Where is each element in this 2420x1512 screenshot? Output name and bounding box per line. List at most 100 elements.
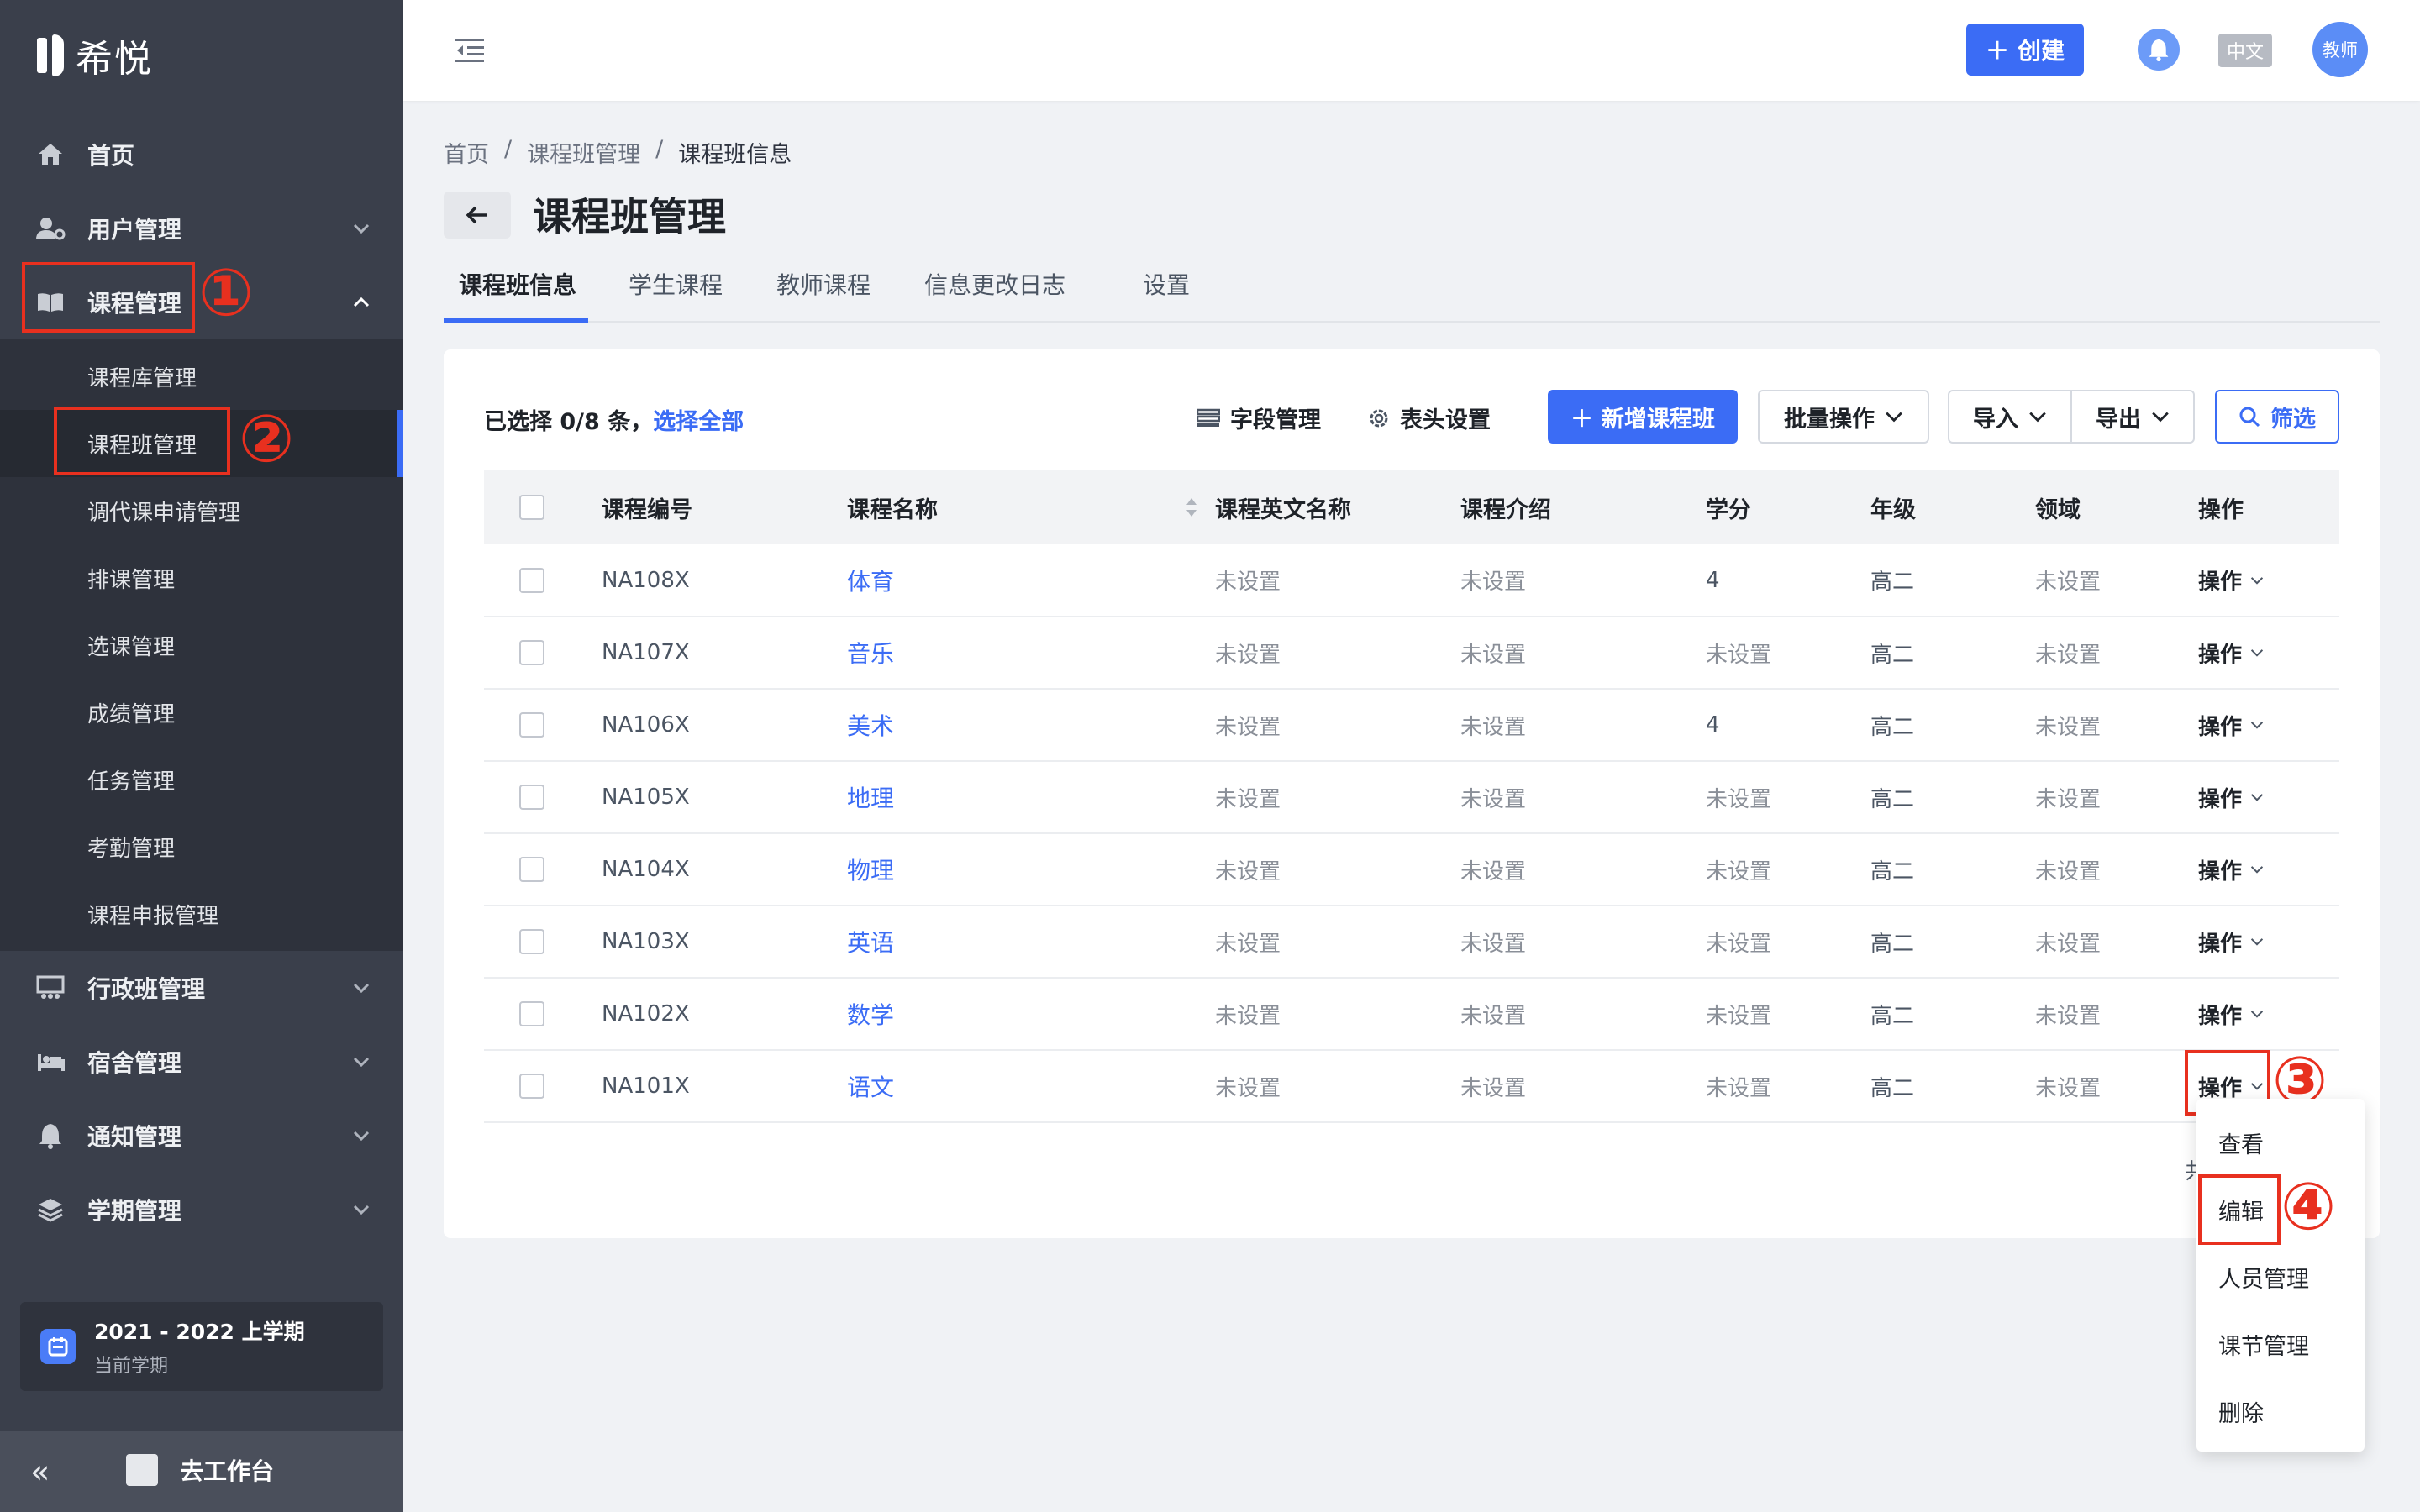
menu-item-view[interactable]: 查看	[2196, 1109, 2365, 1176]
cell-intro: 未设置	[1460, 689, 1706, 762]
tab-student-courses[interactable]: 学生课程	[629, 267, 723, 321]
sidebar-item-admin-class[interactable]: 行政班管理	[0, 951, 403, 1025]
header-settings-button[interactable]: 表头设置	[1368, 402, 1491, 434]
cell-course-name-link[interactable]: 语文	[847, 1050, 1215, 1123]
table-row: NA105X 地理 未设置 未设置 未设置 高二 未设置 操作	[484, 761, 2339, 834]
row-actions-dropdown[interactable]: 操作	[2198, 710, 2264, 741]
workbench-label: 去工作台	[180, 1457, 275, 1485]
cell-grade: 高二	[1870, 1050, 2035, 1123]
cell-course-name-link[interactable]: 美术	[847, 689, 1215, 762]
annotation-box-1	[22, 262, 195, 333]
sidebar-item-dormitory[interactable]: 宿舍管理	[0, 1025, 403, 1099]
cell-intro: 未设置	[1460, 906, 1706, 979]
batch-operation-label: 批量操作	[1784, 406, 1875, 433]
cell-course-name-link[interactable]: 体育	[847, 544, 1215, 617]
term-title: 2021 - 2022 上学期	[94, 1320, 305, 1344]
current-term-card[interactable]: 2021 - 2022 上学期 当前学期	[20, 1302, 383, 1391]
row-checkbox[interactable]	[519, 1074, 544, 1099]
cell-code: NA101X	[602, 1050, 847, 1123]
chevron-down-icon	[350, 1198, 373, 1221]
menu-item-personnel[interactable]: 人员管理	[2196, 1243, 2365, 1310]
submenu-item-course-declaration[interactable]: 课程申报管理	[0, 880, 403, 948]
row-checkbox[interactable]	[519, 1001, 544, 1026]
cell-english-name: 未设置	[1215, 761, 1460, 834]
column-header-name[interactable]: 课程名称	[847, 470, 1215, 544]
tab-settings[interactable]: 设置	[1143, 267, 1190, 321]
submenu-item-course-selection[interactable]: 选课管理	[0, 612, 403, 679]
column-header-actions: 操作	[2198, 470, 2339, 544]
cell-credit: 未设置	[1706, 761, 1870, 834]
submenu-item-substitute-requests[interactable]: 调代课申请管理	[0, 477, 403, 544]
cell-course-name-link[interactable]: 数学	[847, 978, 1215, 1051]
cell-credit: 4	[1706, 544, 1870, 617]
sidebar-item-home[interactable]: 首页	[0, 118, 403, 192]
layers-icon	[35, 1194, 66, 1225]
cell-course-name-link[interactable]: 音乐	[847, 617, 1215, 690]
row-checkbox[interactable]	[519, 640, 544, 665]
annotation-box-2	[54, 407, 230, 475]
cell-course-name-link[interactable]: 物理	[847, 833, 1215, 906]
row-checkbox[interactable]	[519, 857, 544, 882]
notification-bell-icon[interactable]	[2138, 29, 2180, 71]
import-dropdown[interactable]: 导入	[1948, 390, 2072, 444]
add-course-class-button[interactable]: ＋ 新增课程班	[1548, 390, 1738, 444]
cell-course-name-link[interactable]: 英语	[847, 906, 1215, 979]
chevron-down-icon	[350, 976, 373, 1000]
export-dropdown[interactable]: 导出	[2070, 390, 2195, 444]
row-actions-dropdown[interactable]: 操作	[2198, 564, 2264, 596]
submenu-item-course-library[interactable]: 课程库管理	[0, 343, 403, 410]
submenu-item-tasks[interactable]: 任务管理	[0, 746, 403, 813]
cell-grade: 高二	[1870, 761, 2035, 834]
tab-course-class-info[interactable]: 课程班信息	[459, 267, 576, 321]
cell-field: 未设置	[2035, 833, 2198, 906]
submenu-item-grades[interactable]: 成绩管理	[0, 679, 403, 746]
row-actions-dropdown[interactable]: 操作	[2198, 782, 2264, 813]
language-switch[interactable]: 中文	[2218, 34, 2272, 67]
sidebar-item-terms[interactable]: 学期管理	[0, 1173, 403, 1247]
filter-button[interactable]: 筛选	[2215, 390, 2339, 444]
row-actions-dropdown[interactable]: 操作	[2198, 927, 2264, 958]
table-row: NA102X 数学 未设置 未设置 未设置 高二 未设置 操作	[484, 978, 2339, 1051]
tab-change-log[interactable]: 信息更改日志	[924, 267, 1065, 321]
workbench-button[interactable]: 去工作台	[126, 1453, 274, 1487]
plus-icon: ＋	[1985, 37, 2009, 65]
menu-fold-icon[interactable]	[455, 37, 484, 64]
row-actions-dropdown[interactable]: 操作	[2198, 999, 2264, 1030]
submenu-item-attendance[interactable]: 考勤管理	[0, 813, 403, 880]
row-actions-dropdown[interactable]: 操作	[2198, 854, 2264, 885]
batch-operation-dropdown[interactable]: 批量操作	[1758, 390, 1929, 444]
annotation-marker-4: ④	[2281, 1169, 2337, 1245]
select-all-link[interactable]: 选择全部	[653, 409, 744, 435]
column-header-field: 领域	[2035, 470, 2198, 544]
app-logo[interactable]: 希悦	[37, 30, 153, 81]
back-button[interactable]	[444, 192, 511, 239]
tab-teacher-courses[interactable]: 教师课程	[776, 267, 871, 321]
sort-icon[interactable]	[1185, 496, 1198, 518]
cell-code: NA105X	[602, 761, 847, 834]
cell-grade: 高二	[1870, 978, 2035, 1051]
top-header: ＋ 创建 中文 教师	[403, 0, 2420, 101]
collapse-sidebar-icon[interactable]: «	[30, 1453, 50, 1490]
submenu-item-scheduling[interactable]: 排课管理	[0, 544, 403, 612]
create-button[interactable]: ＋ 创建	[1966, 24, 2084, 76]
avatar[interactable]: 教师	[2312, 22, 2368, 77]
menu-item-delete[interactable]: 删除	[2196, 1378, 2365, 1445]
cell-english-name: 未设置	[1215, 1050, 1460, 1123]
cell-intro: 未设置	[1460, 617, 1706, 690]
logo-text: 希悦	[76, 38, 153, 81]
row-actions-dropdown[interactable]: 操作	[2198, 638, 2264, 669]
row-checkbox[interactable]	[519, 567, 544, 593]
row-checkbox[interactable]	[519, 929, 544, 954]
row-checkbox[interactable]	[519, 785, 544, 810]
sidebar-item-notifications[interactable]: 通知管理	[0, 1099, 403, 1173]
menu-item-lessons[interactable]: 课节管理	[2196, 1310, 2365, 1378]
field-manage-label: 字段管理	[1230, 407, 1321, 433]
breadcrumb-course-class[interactable]: 课程班管理	[527, 136, 640, 169]
breadcrumb-home[interactable]: 首页	[444, 136, 489, 169]
course-class-table: 课程编号 课程名称 课程英文名称 课程介绍 学分 年级 领域 操作 NA108X…	[484, 470, 2339, 1123]
cell-course-name-link[interactable]: 地理	[847, 761, 1215, 834]
select-all-checkbox[interactable]	[519, 495, 544, 520]
sidebar-item-users[interactable]: 用户管理	[0, 192, 403, 265]
row-checkbox[interactable]	[519, 712, 544, 738]
field-manage-button[interactable]: 字段管理	[1197, 402, 1321, 434]
